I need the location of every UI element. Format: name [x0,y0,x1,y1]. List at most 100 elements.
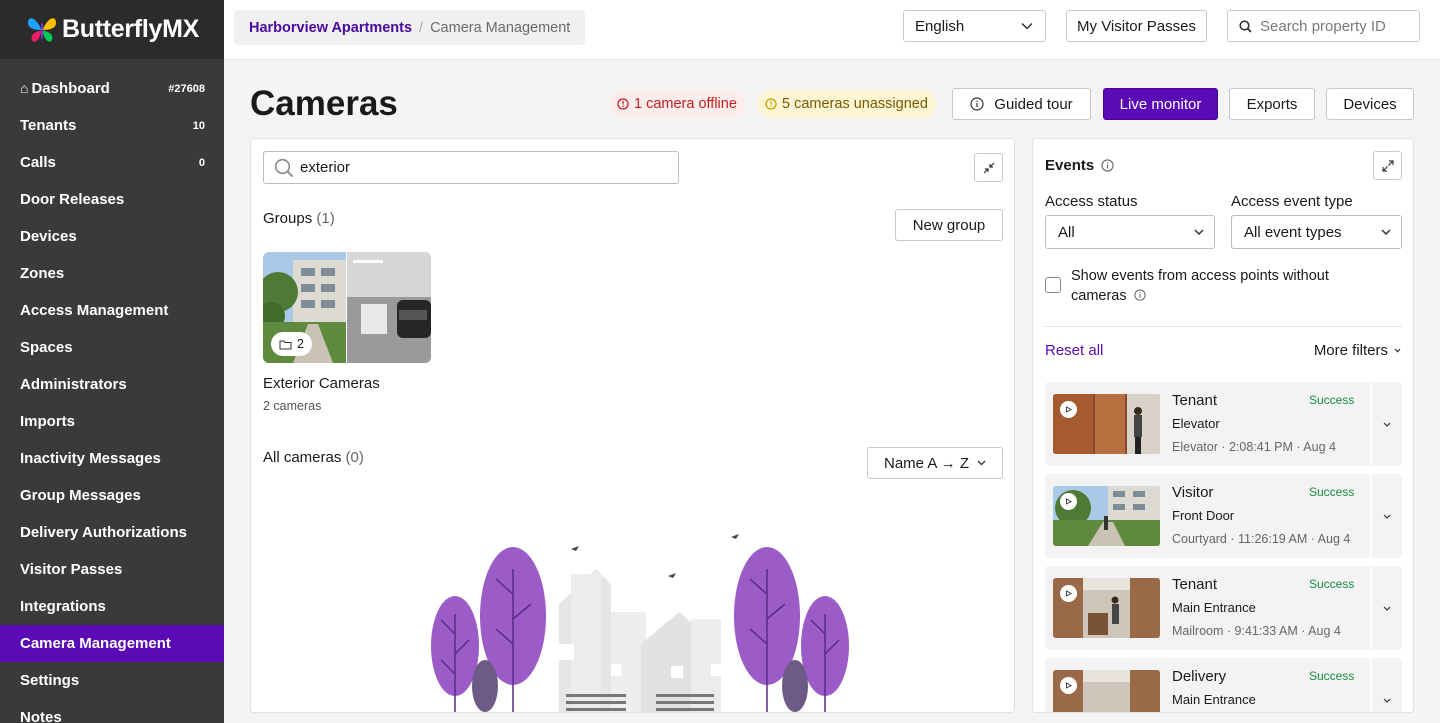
info-icon[interactable] [1133,289,1146,301]
event-status: Success [1309,393,1355,407]
sidebar-item-visitor-passes[interactable]: Visitor Passes [0,551,224,588]
language-value: English [915,17,965,35]
page-title: Cameras [250,84,398,123]
sidebar-item-label: Imports [20,413,76,430]
property-search-input[interactable]: Search property ID [1227,10,1420,42]
breadcrumb: Harborview Apartments / Camera Managemen… [234,10,586,45]
more-filters-label: More filters [1313,342,1388,359]
sidebar-item-label: Camera Management [20,635,171,652]
event-status: Success [1309,485,1355,499]
chevron-down-icon [1383,606,1391,611]
devices-button[interactable]: Devices [1326,88,1414,120]
event-card[interactable]: Tenant Success Main Entrance Mailroom · … [1045,566,1402,650]
access-status-label: Access status [1045,193,1138,210]
access-status-select[interactable]: All [1045,215,1215,249]
sidebar-item-delivery-authorizations[interactable]: Delivery Authorizations [0,514,224,551]
expand-events-button[interactable] [1373,151,1402,180]
event-thumbnail[interactable] [1053,670,1160,712]
event-card[interactable]: Visitor Success Front Door Courtyard · 1… [1045,474,1402,558]
events-title-text: Events [1045,157,1095,174]
group-camera-count-badge: 2 [271,332,312,356]
new-group-button[interactable]: New group [895,209,1003,241]
event-thumbnail[interactable] [1053,578,1160,638]
expand-arrows-icon [1381,159,1394,172]
event-role: Tenant [1172,392,1218,409]
sidebar-item-devices[interactable]: Devices [0,218,224,255]
groups-label: Groups [263,210,313,227]
event-expand-button[interactable] [1370,566,1402,650]
camera-search-value: exterior [300,159,351,176]
sort-select[interactable]: Name A → Z [867,447,1003,479]
chevron-down-icon [1383,698,1391,703]
play-icon [1060,401,1077,418]
sidebar-item-settings[interactable]: Settings [0,662,224,699]
show-events-without-cameras-checkbox[interactable] [1045,277,1061,293]
reset-all-link[interactable]: Reset all [1045,342,1103,359]
event-access-point: Main Entrance [1172,692,1256,707]
sidebar-item-tenants[interactable]: Tenants 10 [0,107,224,144]
collapse-button[interactable] [974,153,1003,182]
sidebar-item-label: Devices [20,228,77,245]
all-cameras-heading: All cameras (0) [263,449,364,466]
exports-button[interactable]: Exports [1229,88,1315,120]
cameras-unassigned-badge[interactable]: 5 cameras unassigned [757,90,936,118]
camera-search-input[interactable]: exterior [263,151,679,184]
event-thumbnail[interactable] [1053,486,1160,546]
live-monitor-button[interactable]: Live monitor [1103,88,1218,120]
chevron-down-icon [1194,229,1204,235]
sidebar-item-calls[interactable]: Calls 0 [0,144,224,181]
event-type-select[interactable]: All event types [1231,215,1402,249]
event-type-label: Access event type [1231,193,1353,210]
info-icon[interactable] [1101,159,1114,172]
property-number: #27608 [168,82,205,95]
sidebar-item-door-releases[interactable]: Door Releases [0,181,224,218]
sidebar-item-label: Visitor Passes [20,561,123,578]
sidebar-item-label: Tenants [20,117,77,134]
event-access-point: Main Entrance [1172,600,1256,615]
event-status: Success [1309,669,1355,683]
sidebar-item-dashboard[interactable]: ⌂ Dashboard #27608 [0,70,224,107]
calls-count: 0 [198,156,205,169]
event-access-point: Elevator [1172,416,1220,431]
camera-offline-text: 1 camera offline [634,96,737,112]
guided-tour-button[interactable]: Guided tour [952,88,1091,120]
event-card[interactable]: Tenant Success Elevator Elevator · 2:08:… [1045,382,1402,466]
topbar: Harborview Apartments / Camera Managemen… [224,0,1440,60]
sidebar: ButterflyMX ⌂ Dashboard #27608 Tenants 10 C… [0,0,224,723]
sidebar-item-spaces[interactable]: Spaces [0,329,224,366]
sidebar-item-imports[interactable]: Imports [0,403,224,440]
event-access-point: Front Door [1172,508,1235,523]
brand-logo[interactable]: ButterflyMX [0,0,224,59]
event-type-value: All event types [1244,223,1342,241]
sidebar-item-integrations[interactable]: Integrations [0,588,224,625]
event-expand-button[interactable] [1370,474,1402,558]
event-meta: Courtyard · 11:26:19 AM · Aug 4 [1172,532,1351,546]
breadcrumb-property-link[interactable]: Harborview Apartments [249,20,412,36]
event-card[interactable]: Delivery Success Main Entrance [1045,658,1402,712]
more-filters-button[interactable]: More filters [1314,342,1401,359]
sidebar-item-label: Administrators [20,376,127,393]
event-expand-button[interactable] [1370,658,1402,712]
group-name[interactable]: Exterior Cameras [263,375,380,392]
sidebar-item-camera-management[interactable]: Camera Management [0,625,224,662]
sidebar-item-notes[interactable]: Notes [0,699,224,723]
chevron-down-icon [1383,514,1391,519]
sidebar-item-label: Zones [20,265,65,282]
groups-heading: Groups (1) [263,210,335,227]
warning-circle-icon [765,98,777,110]
event-role: Delivery [1172,668,1227,685]
sidebar-item-label: Settings [20,672,80,689]
my-visitor-passes-button[interactable]: My Visitor Passes [1066,10,1207,42]
sidebar-item-access-management[interactable]: Access Management [0,292,224,329]
sidebar-item-zones[interactable]: Zones [0,255,224,292]
language-select[interactable]: English [903,10,1046,42]
event-expand-button[interactable] [1370,382,1402,466]
camera-offline-badge[interactable]: 1 camera offline [609,90,745,118]
sidebar-item-inactivity-messages[interactable]: Inactivity Messages [0,440,224,477]
event-thumbnail[interactable] [1053,394,1160,454]
group-card-exterior-cameras[interactable]: 2 [263,252,431,363]
sidebar-item-label: Inactivity Messages [20,450,161,467]
sidebar-item-group-messages[interactable]: Group Messages [0,477,224,514]
sidebar-item-administrators[interactable]: Administrators [0,366,224,403]
guided-tour-label: Guided tour [994,95,1073,113]
